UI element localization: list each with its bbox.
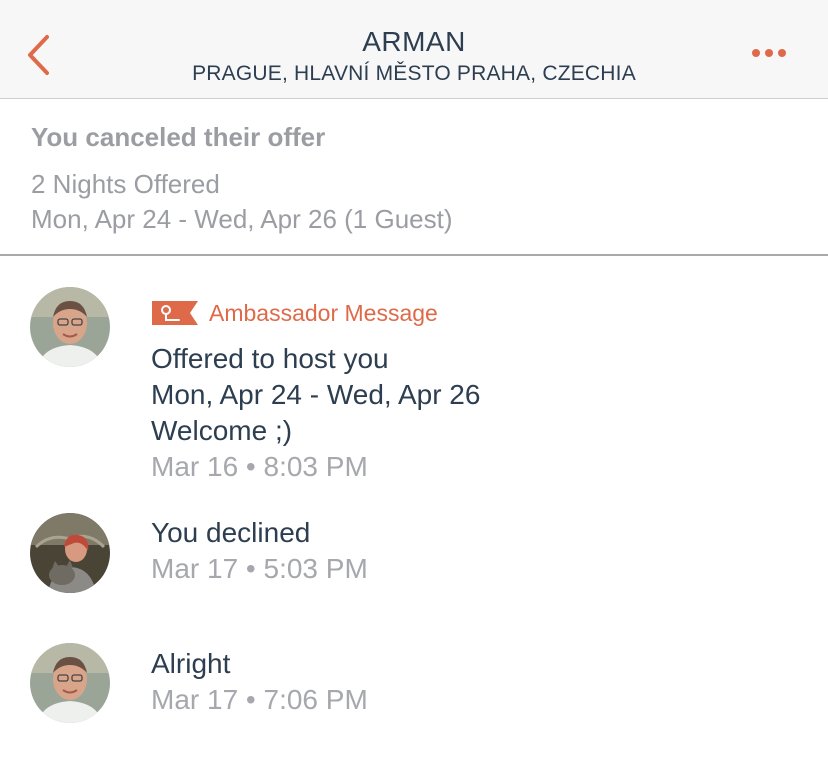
host-avatar-image bbox=[30, 287, 110, 367]
header-title: ARMAN bbox=[362, 26, 466, 57]
ambassador-flag-icon bbox=[152, 301, 198, 325]
ambassador-badge: Ambassador Message bbox=[151, 296, 438, 330]
offer-summary: You canceled their offer 2 Nights Offere… bbox=[0, 100, 828, 256]
host-avatar-image bbox=[30, 643, 110, 723]
offer-nights: 2 Nights Offered bbox=[31, 169, 220, 199]
message-text: Mon, Apr 24 - Wed, Apr 26 bbox=[151, 379, 481, 410]
avatar[interactable] bbox=[30, 513, 110, 593]
header-location: PRAGUE, HLAVNÍ MĚSTO PRAHA, CZECHIA bbox=[192, 62, 636, 85]
message-timestamp: Mar 17 • 5:03 PM bbox=[151, 553, 368, 584]
message-text: Alright bbox=[151, 648, 231, 679]
message-text: You declined bbox=[151, 517, 311, 548]
avatar[interactable] bbox=[30, 287, 110, 367]
message-timestamp: Mar 17 • 7:06 PM bbox=[151, 684, 368, 715]
message-text: Welcome ;) bbox=[151, 415, 293, 446]
more-options-button[interactable] bbox=[744, 38, 796, 68]
message-timestamp: Mar 16 • 8:03 PM bbox=[151, 451, 368, 482]
user-avatar-image bbox=[30, 513, 110, 593]
message-text: Offered to host you bbox=[151, 343, 389, 374]
more-horizontal-icon bbox=[752, 49, 786, 57]
offer-status: You canceled their offer bbox=[31, 122, 326, 152]
conversation-header: ARMAN PRAGUE, HLAVNÍ MĚSTO PRAHA, CZECHI… bbox=[0, 0, 828, 99]
avatar[interactable] bbox=[30, 643, 110, 723]
offer-dates: Mon, Apr 24 - Wed, Apr 26 (1 Guest) bbox=[31, 204, 453, 234]
ambassador-label: Ambassador Message bbox=[209, 299, 438, 326]
